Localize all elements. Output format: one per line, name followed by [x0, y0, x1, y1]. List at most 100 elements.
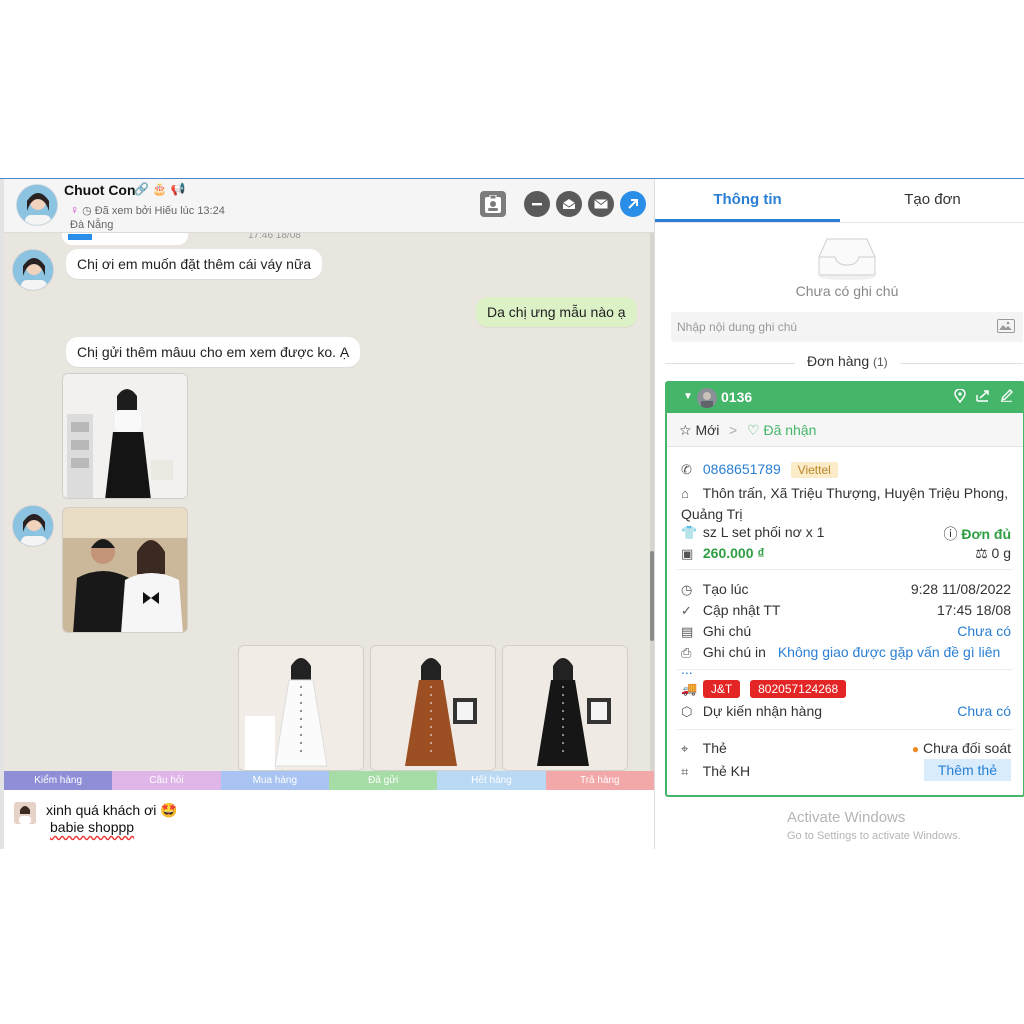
quick-tag-da-gui[interactable]: Đã gửi [328, 771, 438, 790]
tab-thong-tin[interactable]: Thông tin [655, 179, 840, 222]
note-input[interactable]: Nhập nội dung ghi chú [671, 312, 1023, 342]
sender-avatar[interactable] [12, 505, 54, 547]
mail-open-icon[interactable] [556, 191, 582, 217]
tag-row: ⌖ Thẻ ● Chưa đối soát [681, 740, 1011, 757]
info-panel: Thông tin Tạo đơn Chưa có ghi chú Nhập n… [654, 179, 1024, 849]
quick-tag-bar: Kiểm hàng Câu hỏi Mua hàng Đã gửi Hết hà… [4, 771, 654, 790]
orders-heading: Đơn hàng (1) [795, 353, 900, 369]
customer-avatar[interactable] [16, 184, 58, 226]
order-card[interactable]: ▼ 0136 ☆ Mới > ♡ Đã nhận ✆ 0868651789 Vi… [665, 381, 1024, 797]
female-icon: ♀ [70, 203, 79, 217]
chat-header: Chuot Con 🔗 🎂 📢 ♀ ◷ Đã xem bởi Hiếu lúc … [4, 179, 654, 233]
tag-value: Chưa đối soát [923, 740, 1011, 756]
empty-inbox-icon [817, 235, 877, 281]
page-avatar [14, 802, 36, 824]
orders-count: (1) [873, 355, 888, 369]
carrier-tag: J&T [702, 680, 741, 698]
weight: ⚖ 0 g [975, 545, 1011, 562]
add-tag-button[interactable]: Thêm thẻ [923, 759, 1011, 781]
note-value[interactable]: Chưa có [957, 623, 1011, 639]
previous-message [62, 233, 188, 245]
stock-label: Đơn đủ [961, 526, 1011, 542]
order-code: 0136 [721, 389, 753, 405]
status-received-label: Đã nhận [763, 422, 817, 438]
phone-icon: ✆ [681, 462, 692, 477]
note-placeholder: Nhập nội dung ghi chú [677, 320, 798, 334]
order-card-header[interactable]: ▼ 0136 [667, 383, 1023, 413]
composer-signature[interactable]: babie shoppp [50, 819, 134, 835]
printer-icon: ⎙ [681, 645, 692, 660]
quick-tag-mua-hang[interactable]: Mua hàng [220, 771, 329, 790]
eta-label: Dự kiến nhận hàng [702, 703, 823, 719]
created-value: 9:28 11/08/2022 [910, 581, 1011, 597]
edit-pencil-icon[interactable] [1000, 389, 1013, 406]
product-text: sz L set phối nơ x 1 [702, 524, 825, 540]
order-actions [954, 388, 1013, 406]
quick-tag-cau-hoi[interactable]: Câu hỏi [112, 771, 221, 790]
order-price: 260.000 ₫ [702, 545, 765, 561]
order-status-bar: ☆ Mới > ♡ Đã nhận [667, 413, 1023, 447]
order-avatar [697, 388, 717, 408]
heart-icon: ♡ [747, 422, 760, 438]
message-composer[interactable]: xinh quá khách ơi 🤩 babie shoppp [4, 790, 654, 849]
note-label: Ghi chú [702, 623, 752, 639]
quick-tag-kiem-hang[interactable]: Kiểm hàng [4, 771, 113, 790]
tracking-number[interactable]: 802057124268 [750, 680, 847, 698]
clock-icon: ◷ [82, 205, 92, 217]
app-window: Chuot Con 🔗 🎂 📢 ♀ ◷ Đã xem bởi Hiếu lúc … [0, 178, 1024, 849]
product-photo-brown-dress[interactable] [370, 645, 496, 771]
phone-number[interactable]: 0868651789 [703, 461, 781, 477]
header-actions [480, 191, 646, 217]
customer-photo[interactable] [62, 507, 188, 633]
eta-value[interactable]: Chưa có [957, 703, 1011, 719]
share-arrow-icon[interactable] [620, 191, 646, 217]
incoming-message[interactable]: Chị gửi thêm mâuu cho em xem được ko. Ạ [66, 337, 361, 367]
outgoing-message[interactable]: Da chị ưng mẫu nào ạ [476, 297, 637, 327]
message-list[interactable]: 17:46 18/08 Chị ơi em muốn đặt thêm cái … [4, 233, 650, 771]
status-received[interactable]: ♡ Đã nhận [747, 422, 816, 439]
info-icon: ⓘ [943, 526, 958, 542]
tab-tao-don[interactable]: Tạo đơn [840, 179, 1024, 222]
updated-row: ✓ Cập nhật TT 17:45 18/08 [681, 602, 1011, 619]
sender-avatar[interactable] [12, 249, 54, 291]
status-new[interactable]: ☆ Mới [679, 422, 719, 439]
created-row: ◷ Tạo lúc 9:28 11/08/2022 [681, 581, 1011, 598]
stock-status: ⓘ Đơn đủ [944, 524, 1012, 544]
info-tabs: Thông tin Tạo đơn [655, 179, 1024, 223]
home-icon: ⌂ [681, 486, 689, 501]
shirt-icon: 👕 [681, 525, 698, 540]
product-photo-black-dress[interactable] [502, 645, 628, 771]
phone-row: ✆ 0868651789 Viettel [681, 461, 1011, 478]
location-pin-icon[interactable] [954, 388, 966, 406]
print-note-label: Ghi chú in [702, 644, 766, 660]
minus-circle-icon[interactable] [524, 191, 550, 217]
product-photo-white-dress[interactable] [238, 645, 364, 771]
previous-message-time: 17:46 18/08 [248, 233, 301, 241]
share-icon[interactable] [976, 389, 990, 406]
address-text: Thôn trấn, Xã Triệu Thượng, Huyện Triệu … [681, 485, 1009, 522]
document-icon: ▤ [681, 624, 694, 639]
image-icon[interactable] [997, 319, 1015, 333]
section-divider [677, 729, 1013, 730]
collapse-caret-icon[interactable]: ▼ [683, 391, 693, 402]
customer-tag-row: ⌗ Thẻ KH Thêm thẻ [681, 759, 1011, 781]
weight-value: 0 g [991, 545, 1011, 561]
wallet-icon: ▣ [681, 546, 694, 561]
mail-icon[interactable] [588, 191, 614, 217]
package-icon: ⬡ [681, 704, 693, 719]
tag-label: Thẻ [702, 740, 727, 756]
quick-tag-tra-hang[interactable]: Trả hàng [545, 771, 654, 790]
contact-card-icon[interactable] [480, 191, 506, 217]
customer-photo[interactable] [62, 373, 188, 499]
composer-text[interactable]: xinh quá khách ơi 🤩 [46, 802, 178, 819]
star-icon: ☆ [679, 422, 692, 438]
clock-icon: ◷ [681, 582, 693, 597]
product-row: 👕 sz L set phối nơ x 1 ⓘ Đơn đủ [681, 524, 1012, 544]
created-label: Tạo lúc [702, 581, 749, 597]
updated-value: 17:45 18/08 [937, 602, 1011, 618]
activation-watermark-title: Activate Windows [787, 809, 906, 826]
note-row: ▤ Ghi chú Chưa có [681, 623, 1011, 640]
incoming-message[interactable]: Chị ơi em muốn đặt thêm cái váy nữa [66, 249, 323, 279]
quick-tag-het-hang[interactable]: Hết hàng [437, 771, 546, 790]
address-row: ⌂ Thôn trấn, Xã Triệu Thượng, Huyện Triệ… [681, 483, 1011, 524]
